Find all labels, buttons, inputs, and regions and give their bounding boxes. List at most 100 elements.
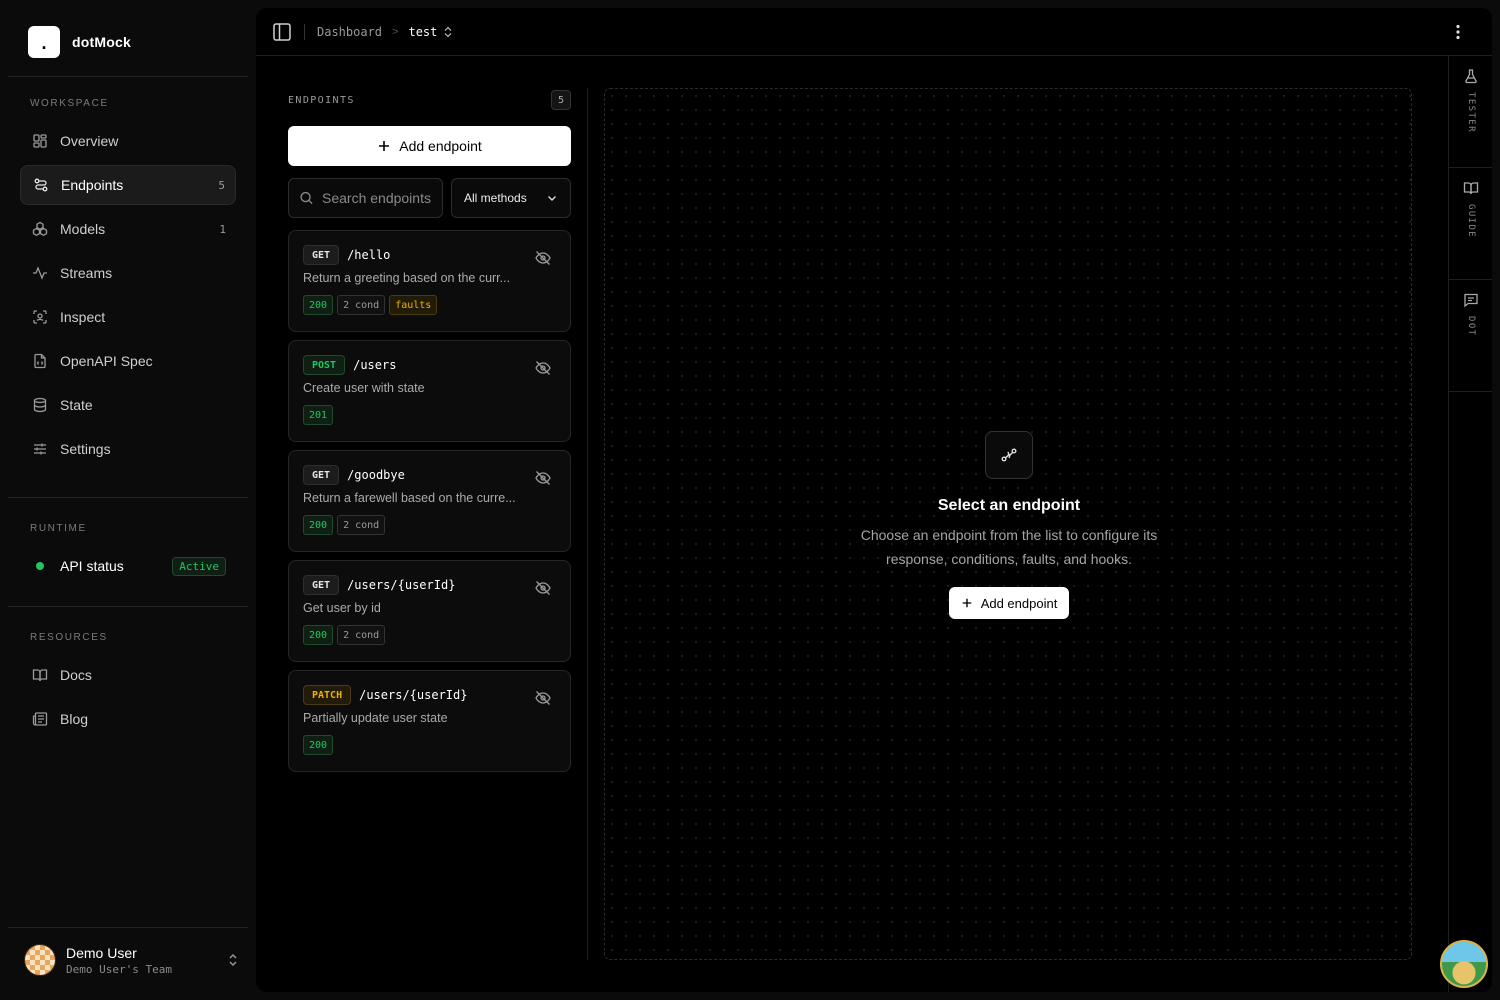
nav-count: 5: [218, 178, 225, 192]
sidebar-item-streams[interactable]: Streams: [20, 253, 236, 293]
status-code-tag: 201: [303, 405, 334, 425]
sidebar-item-label: Inspect: [60, 309, 106, 325]
method-badge: PATCH: [303, 685, 352, 705]
rail-label: GUIDE: [1466, 204, 1476, 239]
sidebar-item-label: State: [60, 397, 93, 413]
endpoint-path: /hello: [347, 248, 391, 262]
add-endpoint-button[interactable]: Add endpoint: [948, 587, 1070, 619]
project-switcher[interactable]: test: [408, 25, 453, 39]
sidebar-item-openapi-spec[interactable]: OpenAPI Spec: [20, 341, 236, 381]
book-open-icon: [1463, 182, 1479, 195]
api-status-label: API status: [60, 558, 124, 574]
chevron-down-icon: [548, 196, 556, 201]
rail-dot[interactable]: DOT: [1449, 280, 1492, 392]
eye-off-icon[interactable]: [534, 359, 552, 377]
avatar: [24, 944, 56, 976]
message-icon: [1464, 293, 1478, 308]
sidebar-item-docs[interactable]: Docs: [20, 655, 236, 695]
endpoints-count: 5: [551, 90, 571, 110]
sidebar-item-endpoints[interactable]: Endpoints 5: [20, 165, 236, 205]
divider: [587, 88, 588, 960]
activity-icon: [33, 266, 47, 280]
eye-off-icon[interactable]: [534, 469, 552, 487]
endpoint-description: Create user with state: [303, 381, 425, 395]
endpoint-path: /goodbye: [347, 468, 405, 482]
assistant-avatar[interactable]: [1440, 940, 1488, 988]
endpoint-card[interactable]: PATCH /users/{userId} Partially update u…: [288, 670, 571, 772]
grid-icon: [33, 134, 47, 148]
nav-count: 1: [219, 222, 226, 236]
endpoint-tags: 200: [303, 735, 334, 755]
sidebar-item-models[interactable]: Models 1: [20, 209, 236, 249]
method-filter-select[interactable]: All methods: [451, 178, 571, 218]
endpoint-header: GET /users/{userId}: [303, 575, 455, 595]
sidebar-item-label: Overview: [60, 133, 119, 149]
scan-icon: [33, 310, 47, 324]
endpoint-path: /users: [353, 358, 397, 372]
search-input[interactable]: [322, 190, 432, 206]
status-code-tag: 200: [303, 625, 334, 645]
endpoints-header: ENDPOINTS 5: [288, 88, 571, 112]
add-endpoint-button[interactable]: Add endpoint: [288, 126, 571, 166]
sidebar-item-overview[interactable]: Overview: [20, 121, 236, 161]
sidebar: . dotMock WORKSPACE Overview Endpoints 5…: [8, 8, 248, 992]
endpoint-detail-area: Select an endpoint Choose an endpoint fr…: [604, 88, 1412, 960]
newspaper-icon: [32, 712, 48, 726]
book-icon: [32, 669, 48, 682]
sidebar-toggle-icon[interactable]: [272, 22, 292, 42]
user-team: Demo User's Team: [66, 962, 172, 976]
eye-off-icon[interactable]: [534, 579, 552, 597]
endpoint-tags: 200 2 cond: [303, 515, 386, 535]
sidebar-item-state[interactable]: State: [20, 385, 236, 425]
eye-off-icon[interactable]: [534, 249, 552, 267]
database-icon: [33, 397, 47, 413]
right-rail: TESTER GUIDE DOT: [1448, 56, 1492, 992]
status-badge: Active: [172, 556, 226, 576]
endpoint-description: Return a greeting based on the curr...: [303, 271, 511, 285]
divider: [8, 76, 248, 77]
topbar: Dashboard > test: [256, 8, 1492, 56]
divider: [8, 927, 248, 928]
divider: [8, 497, 248, 498]
search-icon: [300, 191, 313, 205]
search-box[interactable]: [288, 178, 443, 218]
endpoint-card[interactable]: GET /users/{userId} Get user by id 200 2…: [288, 560, 571, 662]
flask-icon: [1465, 69, 1477, 84]
sidebar-item-label: Endpoints: [61, 177, 124, 193]
add-endpoint-label: Add endpoint: [399, 138, 482, 154]
sidebar-item-settings[interactable]: Settings: [20, 429, 236, 469]
endpoint-path: /users/{userId}: [359, 688, 468, 702]
sidebar-item-blog[interactable]: Blog: [20, 699, 236, 739]
endpoint-header: GET /hello: [303, 245, 390, 265]
user-info: Demo User Demo User's Team: [66, 945, 172, 976]
route-icon: [985, 431, 1033, 479]
brand-name: dotMock: [72, 34, 131, 50]
project-name: test: [408, 24, 438, 39]
endpoints-title: ENDPOINTS: [288, 94, 355, 106]
more-vertical-icon[interactable]: [1448, 22, 1468, 42]
endpoint-card[interactable]: GET /goodbye Return a farewell based on …: [288, 450, 571, 552]
rail-guide[interactable]: GUIDE: [1449, 168, 1492, 280]
sidebar-item-inspect[interactable]: Inspect: [20, 297, 236, 337]
sidebar-item-label: OpenAPI Spec: [60, 353, 153, 369]
empty-state-description: Choose an endpoint from the list to conf…: [860, 527, 1158, 567]
rail-tester[interactable]: TESTER: [1449, 56, 1492, 168]
endpoint-card[interactable]: GET /hello Return a greeting based on th…: [288, 230, 571, 332]
user-menu[interactable]: Demo User Demo User's Team: [24, 942, 240, 978]
section-label-resources: RESOURCES: [30, 632, 108, 643]
sidebar-item-label: Models: [60, 221, 106, 237]
faults-tag: faults: [389, 295, 438, 315]
brand-logo: .: [28, 26, 60, 58]
endpoint-card[interactable]: POST /users Create user with state 201: [288, 340, 571, 442]
empty-state-title: Select an endpoint: [937, 497, 1081, 514]
breadcrumb-dashboard[interactable]: Dashboard: [317, 25, 382, 39]
rail-label: TESTER: [1466, 92, 1476, 133]
user-name: Demo User: [66, 944, 137, 961]
conditions-tag: 2 cond: [337, 515, 386, 535]
models-icon: [32, 221, 48, 237]
endpoint-description: Get user by id: [303, 601, 381, 615]
brand[interactable]: . dotMock: [28, 26, 131, 58]
eye-off-icon[interactable]: [534, 689, 552, 707]
api-status-item[interactable]: API status Active: [20, 546, 236, 586]
plus-icon: [379, 141, 390, 151]
